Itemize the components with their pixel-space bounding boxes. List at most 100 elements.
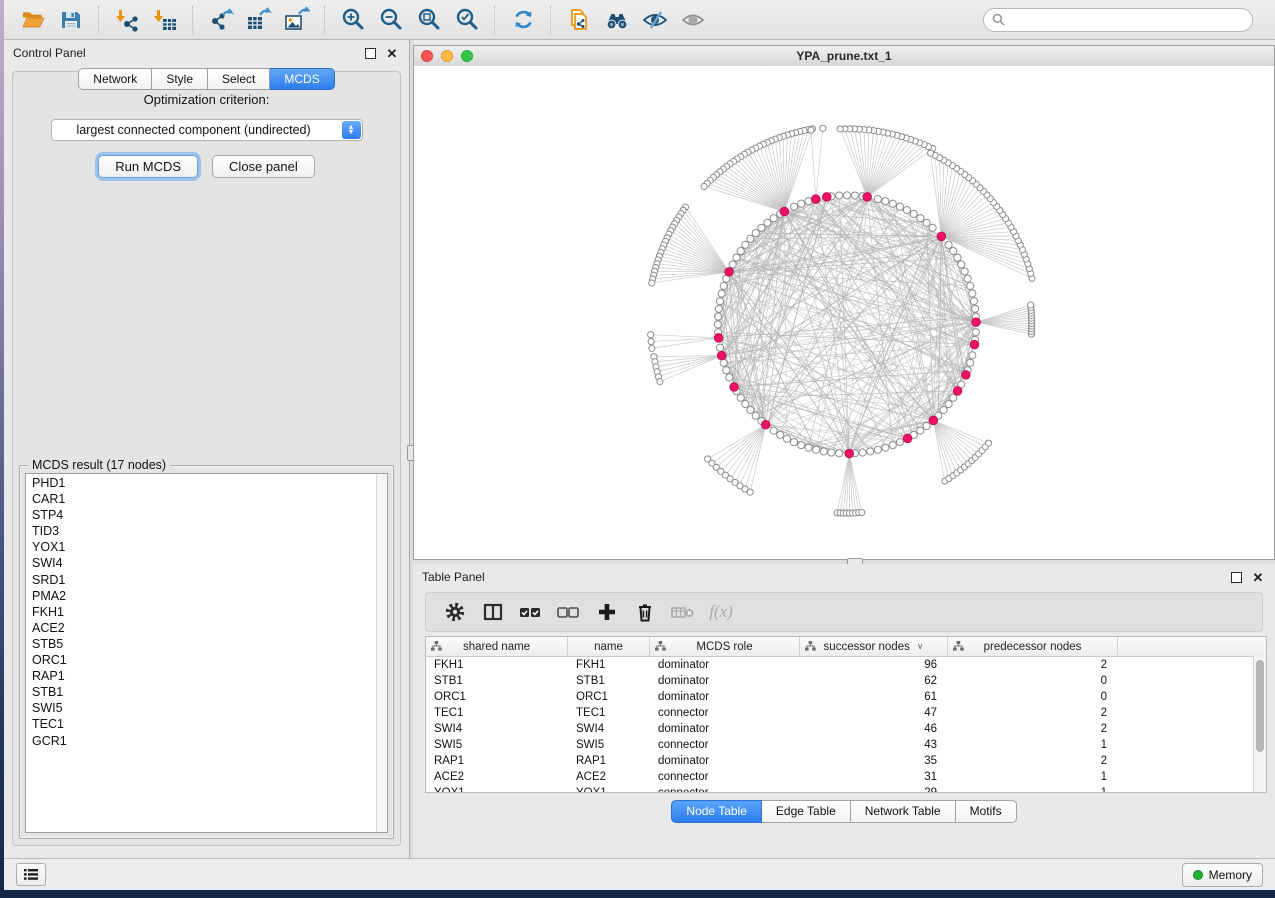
main-toolbar	[4, 0, 1275, 40]
tab-network-table[interactable]: Network Table	[851, 800, 956, 823]
import-network-icon[interactable]	[112, 5, 142, 35]
network-canvas[interactable]	[414, 66, 1274, 559]
tab-select[interactable]: Select	[208, 68, 270, 90]
close-panel-button[interactable]: Close panel	[212, 155, 315, 178]
mcds-list-scrollbar[interactable]	[376, 474, 387, 832]
table-row[interactable]: ACE2ACE2connector311	[426, 769, 1266, 785]
column-header-MCDS-role[interactable]: MCDS role	[650, 637, 800, 656]
table-row[interactable]: STB1STB1dominator620	[426, 673, 1266, 689]
run-mcds-button[interactable]: Run MCDS	[98, 155, 198, 178]
tab-motifs[interactable]: Motifs	[956, 800, 1017, 823]
network-graph[interactable]	[414, 66, 1274, 559]
eye-slash-icon[interactable]	[640, 5, 670, 35]
refresh-icon[interactable]	[508, 5, 538, 35]
table-cell: TEC1	[426, 707, 568, 719]
show-panels-list-icon[interactable]	[16, 863, 46, 886]
mcds-result-item[interactable]: SWI5	[32, 700, 387, 716]
mcds-result-item[interactable]: GCR1	[32, 733, 387, 749]
column-header-predecessor-nodes[interactable]: predecessor nodes	[948, 637, 1118, 656]
table-cell: 31	[800, 771, 948, 783]
table-scrollbar[interactable]	[1253, 656, 1266, 792]
clone-network-icon[interactable]	[564, 5, 594, 35]
table-cell: 47	[800, 707, 948, 719]
table-row[interactable]: TEC1TEC1connector472	[426, 705, 1266, 721]
table-cell: connector	[650, 739, 800, 751]
tab-mcds[interactable]: MCDS	[270, 68, 334, 90]
table-cell: YOX1	[426, 787, 568, 793]
tab-style[interactable]: Style	[152, 68, 208, 90]
mcds-result-item[interactable]: YOX1	[32, 539, 387, 555]
toolbar-separator	[192, 6, 194, 34]
float-panel-icon[interactable]	[362, 45, 378, 61]
tab-network[interactable]: Network	[78, 68, 152, 90]
export-image-icon[interactable]	[282, 5, 312, 35]
save-session-icon[interactable]	[56, 5, 86, 35]
mcds-result-item[interactable]: RAP1	[32, 668, 387, 684]
float-panel-icon[interactable]	[1228, 569, 1244, 585]
unselect-all-icon[interactable]	[550, 597, 588, 627]
table-row[interactable]: ORC1ORC1dominator610	[426, 689, 1266, 705]
mcds-result-item[interactable]: ACE2	[32, 620, 387, 636]
table-cell: 1	[948, 787, 1118, 793]
add-column-icon[interactable]	[588, 597, 626, 627]
mcds-result-item[interactable]: STB5	[32, 636, 387, 652]
close-panel-icon[interactable]: ✕	[1250, 569, 1266, 585]
table-row[interactable]: FKH1FKH1dominator962	[426, 657, 1266, 673]
zoom-selected-icon[interactable]	[452, 5, 482, 35]
zoom-fit-icon[interactable]	[414, 5, 444, 35]
export-table-icon[interactable]	[244, 5, 274, 35]
open-session-icon[interactable]	[18, 5, 48, 35]
mcds-result-item[interactable]: SRD1	[32, 572, 387, 588]
mcds-result-item[interactable]: ORC1	[32, 652, 387, 668]
optimization-label: Optimization criterion:	[13, 92, 400, 107]
mcds-result-item[interactable]: PHD1	[32, 475, 387, 491]
mcds-result-item[interactable]: STP4	[32, 507, 387, 523]
mcds-result-item[interactable]: TEC1	[32, 716, 387, 732]
zoom-out-icon[interactable]	[376, 5, 406, 35]
optimization-select[interactable]: largest connected component (undirected)…	[51, 119, 363, 141]
search-input[interactable]	[1010, 12, 1244, 28]
table-cell: 1	[948, 739, 1118, 751]
memory-button[interactable]: Memory	[1182, 863, 1263, 887]
table-cell: ORC1	[568, 691, 650, 703]
table-cell: RAP1	[568, 755, 650, 767]
zoom-in-icon[interactable]	[338, 5, 368, 35]
mcds-result-item[interactable]: TID3	[32, 523, 387, 539]
search-box[interactable]	[983, 8, 1253, 32]
table-cell: 43	[800, 739, 948, 751]
table-cell: ACE2	[426, 771, 568, 783]
table-cell: FKH1	[426, 659, 568, 671]
find-icon[interactable]	[602, 5, 632, 35]
table-row[interactable]: RAP1RAP1dominator352	[426, 753, 1266, 769]
show-column-icon[interactable]	[474, 597, 512, 627]
table-body: FKH1FKH1dominator962STB1STB1dominator620…	[426, 657, 1266, 793]
mcds-result-item[interactable]: SWI4	[32, 555, 387, 571]
column-header-name[interactable]: name	[568, 637, 650, 656]
table-row[interactable]: SWI4SWI4dominator462	[426, 721, 1266, 737]
toolbar-separator	[550, 6, 552, 34]
mcds-result-item[interactable]: PMA2	[32, 588, 387, 604]
column-header-shared-name[interactable]: shared name	[426, 637, 568, 656]
close-panel-icon[interactable]: ✕	[384, 45, 400, 61]
tab-edge-table[interactable]: Edge Table	[762, 800, 851, 823]
control-panel: Control Panel ✕ NetworkStyleSelectMCDS O…	[4, 40, 409, 858]
column-header-successor-nodes[interactable]: successor nodes∨	[800, 637, 948, 656]
export-network-icon[interactable]	[206, 5, 236, 35]
table-row[interactable]: YOX1YOX1connector291	[426, 785, 1266, 793]
network-view-window: YPA_prune.txt_1	[413, 45, 1275, 560]
main-area: Control Panel ✕ NetworkStyleSelectMCDS O…	[4, 40, 1275, 858]
mcds-result-item[interactable]: STB1	[32, 684, 387, 700]
mcds-result-item[interactable]: FKH1	[32, 604, 387, 620]
mcds-result-list[interactable]: PHD1CAR1STP4TID3YOX1SWI4SRD1PMA2FKH1ACE2…	[25, 473, 388, 833]
settings-gear-icon[interactable]	[436, 597, 474, 627]
scrollbar-thumb[interactable]	[1256, 660, 1264, 752]
eye-icon[interactable]	[678, 5, 708, 35]
table-row[interactable]: SWI5SWI5connector431	[426, 737, 1266, 753]
mcds-result-item[interactable]: CAR1	[32, 491, 387, 507]
table-cell: 62	[800, 675, 948, 687]
optimization-value: largest connected component (undirected)	[52, 123, 342, 137]
delete-column-icon[interactable]	[626, 597, 664, 627]
tab-node-table[interactable]: Node Table	[671, 800, 762, 823]
import-table-icon[interactable]	[150, 5, 180, 35]
select-all-icon[interactable]	[512, 597, 550, 627]
